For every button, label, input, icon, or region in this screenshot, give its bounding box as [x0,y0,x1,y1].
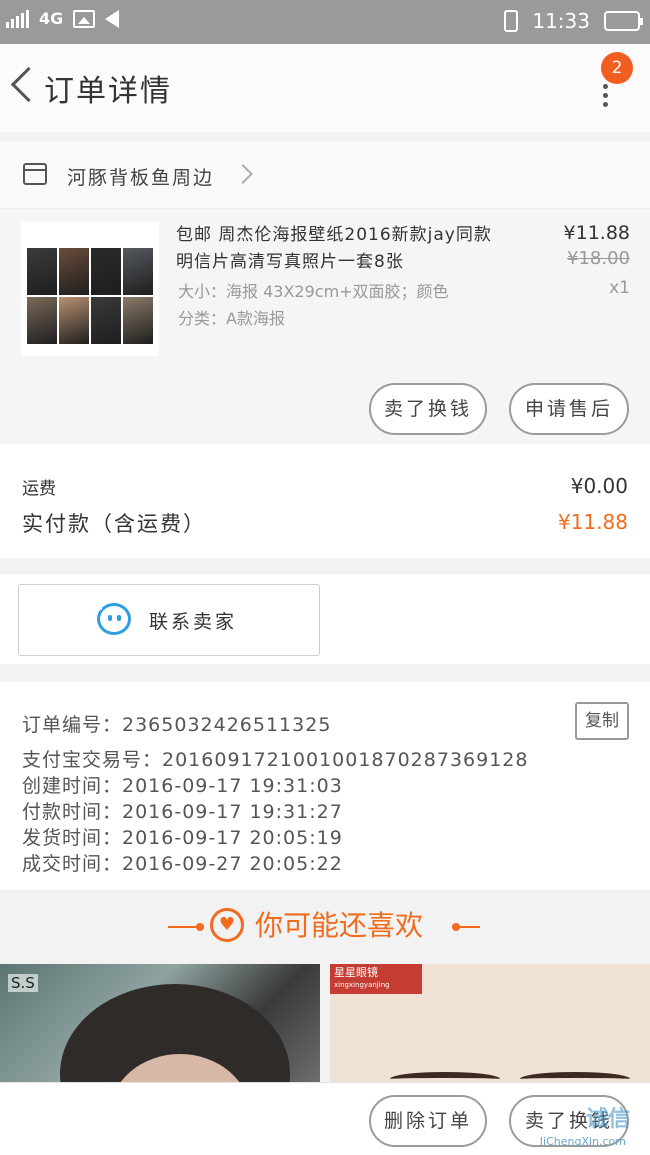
image-icon [73,10,96,28]
item-watermark: S.S [8,974,38,992]
contact-seller-button[interactable]: 联系卖家 [18,584,320,656]
done-time: 成交时间：2016-09-27 20:05:22 [22,853,343,875]
back-arrow-icon[interactable] [6,64,36,108]
thumbnail-grid [27,248,153,344]
created-time: 创建时间：2016-09-17 19:31:03 [22,775,343,797]
store-icon [23,163,47,185]
spec-class: 分类：A款海报 [178,309,285,328]
copy-button[interactable]: 复制 [575,702,629,740]
brand-tag: 星星眼镜 xingxingyanjing [330,964,422,994]
thumbnail-tile [91,297,121,344]
nav-bar: 订单详情 [0,44,650,132]
product-spec: 大小：海报 43X29cm+双面胶；颜色 分类：A款海报 [178,278,508,332]
notification-badge: 2 [601,52,633,84]
thumbnail-tile [123,248,153,295]
product-thumbnail[interactable] [21,222,159,356]
recommend-item-1[interactable]: S.S [0,964,320,1084]
product-quantity: x1 [609,278,630,298]
heart-icon [210,908,244,942]
order-number: 订单编号：2365032426511325 [22,714,332,736]
thumbnail-tile [91,248,121,295]
recommend-title: 你可能还喜欢 [255,909,424,942]
contact-section: 联系卖家 [0,574,650,664]
order-info: 订单编号：2365032426511325 复制 支付宝交易号：20160917… [0,682,650,890]
product-price: ¥11.88 [563,222,630,244]
speaker-icon [105,10,120,28]
chevron-right-icon [233,164,253,184]
bottom-action-bar: 删除订单 卖了换钱 诚信 JiChengXin.com [0,1082,650,1155]
shipping-value: ¥0.00 [570,474,628,498]
thumbnail-tile [59,248,89,295]
site-watermark: 诚信 [585,1107,630,1132]
paid-value: ¥11.88 [558,510,628,534]
product-title: 包邮 周杰伦海报壁纸2016新款jay同款明信片高清写真照片一套8张 [176,225,492,272]
shop-name: 河豚背板鱼周边 [67,167,215,189]
delete-order-button[interactable]: 删除订单 [369,1095,487,1147]
shop-row[interactable]: 河豚背板鱼周边 [0,141,650,209]
alipay-number: 支付宝交易号：2016091721001001870287369128 [22,749,529,771]
signal-icon [6,10,29,28]
network-type: 4G [39,9,64,28]
apply-aftersale-button[interactable]: 申请售后 [509,383,629,435]
paid-time: 付款时间：2016-09-17 19:31:27 [22,801,343,823]
shipped-time: 发货时间：2016-09-17 20:05:19 [22,827,343,849]
battery-icon [604,11,643,31]
price-summary: 运费 ¥0.00 实付款（含运费） ¥11.88 [0,444,650,558]
thumbnail-tile [27,248,57,295]
product-card[interactable]: 包邮 周杰伦海报壁纸2016新款jay同款明信片高清写真照片一套8张 大小：海报… [0,210,650,444]
dot-left [196,923,204,931]
thumbnail-tile [123,297,153,344]
product-original-price: ¥18.00 [567,248,630,269]
recommend-item-2[interactable]: 星星眼镜 xingxingyanjing [330,964,650,1084]
contact-seller-label: 联系卖家 [149,611,238,633]
more-menu-icon[interactable] [590,80,620,120]
sell-exchange-button[interactable]: 卖了换钱 [369,383,487,435]
spec-size: 大小：海报 43X29cm+双面胶；颜色 [178,282,449,301]
page-title: 订单详情 [44,74,172,109]
site-watermark-url: JiChengXin.com [539,1135,626,1148]
paid-label: 实付款（含运费） [22,512,206,536]
status-bar: 4G 11:33 [0,0,650,44]
shipping-label: 运费 [22,479,56,499]
divider-right [452,926,480,928]
recommend-header: 你可能还喜欢 [0,890,650,964]
thumbnail-tile [59,297,89,344]
vibrate-icon [504,10,519,32]
thumbnail-tile [27,297,57,344]
status-time: 11:33 [532,9,590,33]
chat-icon [94,602,131,635]
